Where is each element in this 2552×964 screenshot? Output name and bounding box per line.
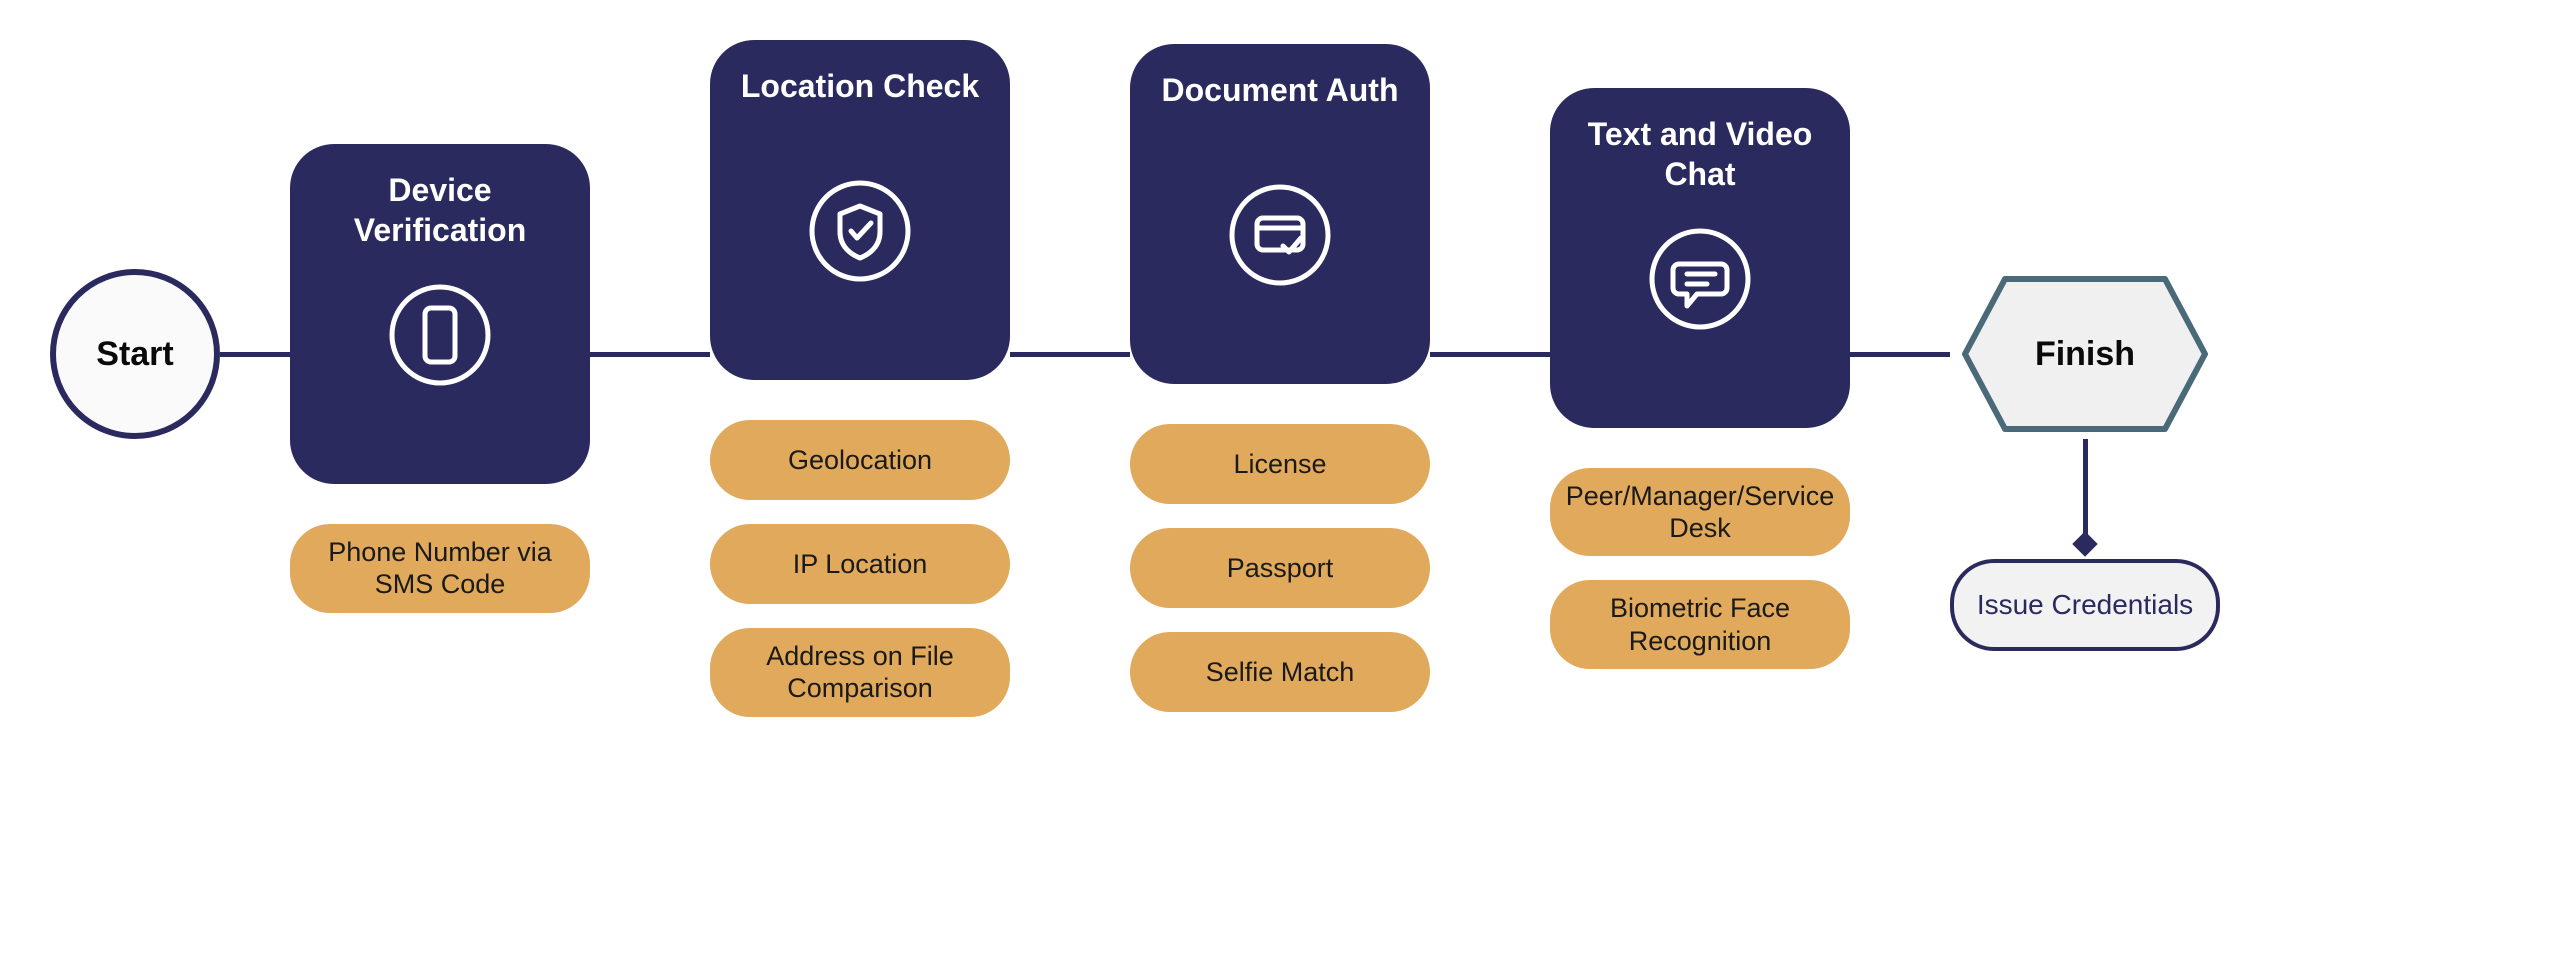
- stage-box: Document Auth: [1130, 44, 1430, 384]
- connector: [1430, 352, 1550, 357]
- stage-box: Device Verification: [290, 144, 590, 484]
- stage-items: Phone Number via SMS Code: [290, 524, 590, 613]
- finish-col: Finish Issue Credentials: [1950, 269, 2220, 651]
- stage-items: Peer/Manager/Service Desk Biometric Face…: [1550, 468, 1850, 670]
- stage-document-auth: Document Auth License Passport Selfie Ma…: [1130, 44, 1430, 712]
- stage-items: Geolocation IP Location Address on File …: [710, 420, 1010, 717]
- shield-check-icon: [805, 176, 915, 286]
- connector: [1850, 352, 1950, 357]
- method-pill: Biometric Face Recognition: [1550, 580, 1850, 669]
- card-check-icon: [1225, 180, 1335, 290]
- connector: [590, 352, 710, 357]
- stage-location-check: Location Check Geolocation IP Location A…: [710, 40, 1010, 717]
- stage-items: License Passport Selfie Match: [1130, 424, 1430, 712]
- start-label: Start: [96, 335, 173, 374]
- stage-title: Location Check: [723, 66, 997, 156]
- finish-label: Finish: [2035, 335, 2135, 374]
- stage-title: Text and Video Chat: [1550, 114, 1850, 204]
- method-pill: Geolocation: [710, 420, 1010, 500]
- method-pill: Phone Number via SMS Code: [290, 524, 590, 613]
- issue-credentials-node: Issue Credentials: [1950, 559, 2220, 651]
- stage-text-video-chat: Text and Video Chat Peer/Manager/Service…: [1550, 88, 1850, 670]
- stage-title: Device Verification: [290, 170, 590, 260]
- method-pill: Selfie Match: [1130, 632, 1430, 712]
- chat-icon: [1645, 224, 1755, 334]
- method-pill: License: [1130, 424, 1430, 504]
- method-pill: Peer/Manager/Service Desk: [1550, 468, 1850, 557]
- finish-node: Finish: [1955, 269, 2215, 439]
- method-pill: IP Location: [710, 524, 1010, 604]
- method-pill: Address on File Comparison: [710, 628, 1010, 717]
- diamond-icon: [2072, 531, 2097, 556]
- finish-connector: Issue Credentials: [1950, 439, 2220, 651]
- start-node: Start: [50, 269, 220, 439]
- phone-icon: [385, 280, 495, 390]
- stage-device-verification: Device Verification Phone Number via SMS…: [290, 144, 590, 613]
- flow-row: Start Device Verification Phone Number v…: [0, 0, 2552, 717]
- connector-vertical: [2083, 439, 2088, 539]
- connector: [220, 352, 290, 357]
- connector: [1010, 352, 1130, 357]
- method-pill: Passport: [1130, 528, 1430, 608]
- stage-box: Location Check: [710, 40, 1010, 380]
- stage-title: Document Auth: [1143, 70, 1416, 160]
- stage-box: Text and Video Chat: [1550, 88, 1850, 428]
